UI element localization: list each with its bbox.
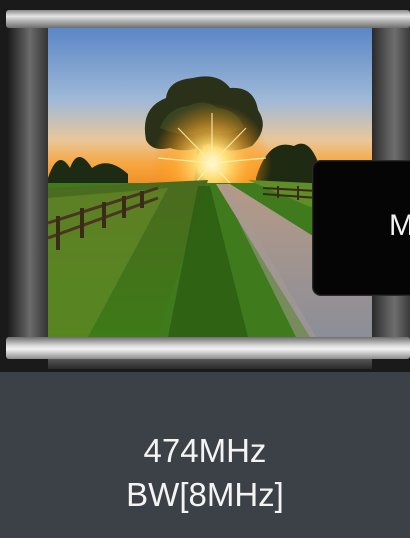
frequency-label: 474MHz [143,432,267,469]
frame-base [48,359,372,369]
frame-top-rail [6,10,410,28]
overlay-label-text: M [389,209,410,242]
tv-thumbnail-frame[interactable]: M [0,0,410,372]
overlay-label-box[interactable]: M [312,160,410,296]
bandwidth-label: BW[8MHz] [126,476,284,513]
channel-info-panel[interactable]: 474MHz BW[8MHz] [0,372,410,538]
frame-bottom-rail [6,337,410,359]
bezel-left [8,14,48,354]
